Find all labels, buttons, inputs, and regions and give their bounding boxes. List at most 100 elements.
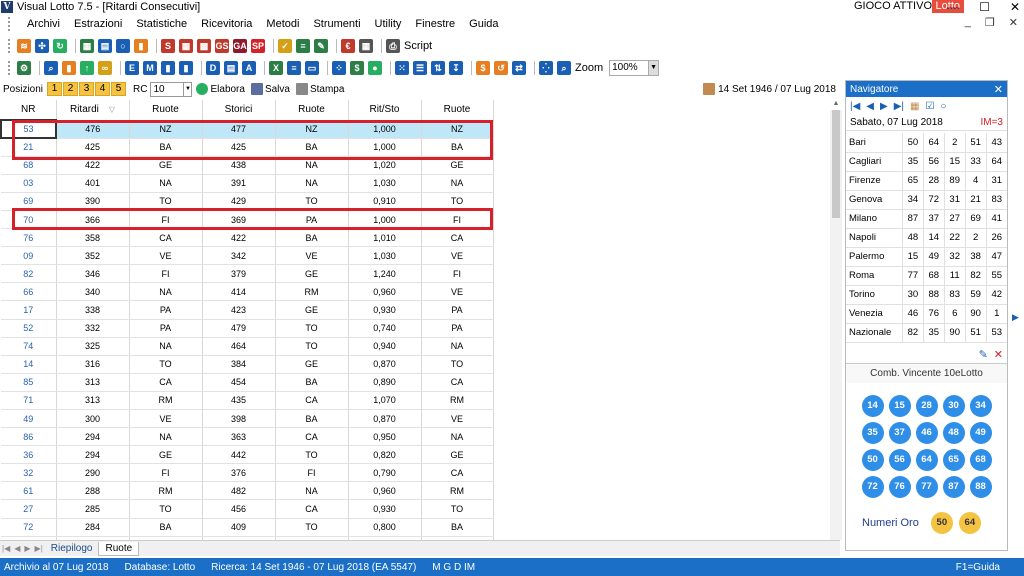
dollar-icon[interactable]: $ [350, 61, 364, 75]
table-row[interactable]: 71 313 RM 435 CA 1,070 RM [1, 391, 494, 411]
table-row[interactable]: 52 332 PA 479 TO 0,740 PA [1, 319, 494, 338]
tab-nav-icon[interactable]: ◀ [14, 544, 20, 553]
table-row[interactable]: 76 358 CA 422 BA 1,010 CA [1, 228, 494, 248]
vertical-scrollbar[interactable]: ▲ [830, 100, 842, 540]
menu-guida[interactable]: Guida [462, 18, 505, 30]
draw-row[interactable]: Cagliari 35 56 15 33 64 [846, 152, 1007, 172]
maximize-button[interactable]: ☐ [979, 0, 990, 14]
table-row[interactable]: 86 294 NA 363 CA 0,950 NA [1, 427, 494, 447]
network-dots-icon[interactable]: ⁛ [539, 61, 553, 75]
m-icon[interactable]: M [143, 61, 157, 75]
calendar-icon[interactable]: ▦ [910, 101, 919, 112]
table-row[interactable]: 53 476 NZ 477 NZ 1,000 NZ [0, 118, 494, 140]
zoom-select[interactable]: 100% [609, 60, 650, 76]
table-row[interactable]: 68 422 GE 438 NA 1,020 GE [1, 156, 494, 175]
up-arrow-icon[interactable]: ↑ [80, 61, 94, 75]
bar-chart-icon[interactable]: ▮ [134, 39, 148, 53]
position-button-5[interactable]: 5 [111, 82, 127, 96]
sp-icon[interactable]: SP [251, 39, 265, 53]
bars-icon[interactable]: ▮ [161, 61, 175, 75]
draw-row[interactable]: Roma 77 68 11 82 55 [846, 266, 1007, 286]
swap-icon[interactable]: ⇄ [512, 61, 526, 75]
draw-row[interactable]: Venezia 46 76 6 90 1 [846, 304, 1007, 324]
window-icon[interactable]: ▭ [305, 61, 319, 75]
bar-chart-icon[interactable]: ▮ [62, 61, 76, 75]
date-range[interactable]: 14 Set 1946 / 07 Lug 2018 [703, 83, 836, 95]
column-header-rit-sto[interactable]: Rit/Sto [348, 100, 422, 121]
grid-dots-icon[interactable]: ⁙ [395, 61, 409, 75]
list-icon[interactable]: ≡ [287, 61, 301, 75]
circle-icon[interactable]: ○ [940, 101, 946, 112]
chevron-down-icon[interactable]: ▼ [184, 81, 193, 97]
table-row[interactable]: 27 285 TO 456 CA 0,930 TO [1, 499, 494, 519]
menu-utility[interactable]: Utility [368, 18, 409, 30]
close-button[interactable]: ✕ [1010, 0, 1020, 14]
mdi-minimize-button[interactable]: _ [965, 16, 971, 29]
tab-nav-icon[interactable]: ▶ [24, 544, 30, 553]
menu-archivi[interactable]: Archivi [20, 18, 67, 30]
checklist-icon[interactable]: ✓ [278, 39, 292, 53]
dollar-circle-icon[interactable]: $ [476, 61, 490, 75]
table-row[interactable]: 21 425 BA 425 BA 1,000 BA [1, 138, 494, 157]
tab-ruote[interactable]: Ruote [98, 541, 140, 556]
column-header-ritardi[interactable]: Ritardi ▽ [56, 100, 130, 121]
draw-row[interactable]: Firenze 65 28 89 4 31 [846, 171, 1007, 191]
menu-estrazioni[interactable]: Estrazioni [67, 18, 129, 30]
edit-icon[interactable]: ✎ [314, 39, 328, 53]
first-icon[interactable]: |◀ [850, 101, 860, 112]
stampa-button[interactable]: Stampa [295, 83, 344, 95]
column-header-ruote[interactable]: Ruote [129, 100, 203, 121]
minimize-button[interactable]: — [947, 0, 959, 14]
draw-row[interactable]: Genova 34 72 31 21 83 [846, 190, 1007, 210]
check-icon[interactable]: ☑ [925, 101, 934, 112]
notes-icon[interactable]: ≡ [296, 39, 310, 53]
settings-icon[interactable]: ⚙ [17, 61, 31, 75]
draw-row[interactable]: Milano 87 37 27 69 41 [846, 209, 1007, 229]
menu-finestre[interactable]: Finestre [408, 18, 462, 30]
last-icon[interactable]: ▶| [894, 101, 904, 112]
tab-nav-icon[interactable]: ▶| [35, 544, 43, 553]
expand-arrow-icon[interactable]: ▶ [1012, 312, 1019, 323]
column-header-nr[interactable]: NR [1, 100, 57, 121]
table-icon[interactable]: ▤ [224, 61, 238, 75]
draw-row[interactable]: Torino 30 88 83 59 42 [846, 285, 1007, 305]
draw-row[interactable]: Palermo 15 49 32 38 47 [846, 247, 1007, 267]
mdi-restore-button[interactable]: ❐ [985, 16, 995, 29]
link-icon[interactable]: ∞ [98, 61, 112, 75]
table-row[interactable]: 61 288 RM 482 NA 0,960 RM [1, 481, 494, 501]
a-icon[interactable]: A [242, 61, 256, 75]
table-row[interactable]: 03 401 NA 391 NA 1,030 NA [1, 174, 494, 193]
column-header-ruote[interactable]: Ruote [421, 100, 494, 121]
scrollbar-thumb[interactable] [832, 110, 840, 218]
rss-icon[interactable]: ≋ [17, 39, 31, 53]
prev-icon[interactable]: ◀ [866, 101, 874, 112]
elabora-button[interactable]: Elabora [196, 83, 245, 95]
table-row[interactable]: 82 346 FI 379 GE 1,240 FI [1, 264, 494, 284]
gs-icon[interactable]: GS [215, 39, 229, 53]
script-button[interactable]: Script [404, 40, 432, 52]
excel-icon[interactable]: X [269, 61, 283, 75]
position-button-2[interactable]: 2 [63, 82, 79, 96]
cycle-icon[interactable]: ↺ [494, 61, 508, 75]
sort-desc-icon[interactable]: ↧ [449, 61, 463, 75]
green-circle-icon[interactable]: ● [368, 61, 382, 75]
scroll-up-icon[interactable]: ▲ [830, 100, 842, 110]
list-lines-icon[interactable]: ☰ [413, 61, 427, 75]
table-row[interactable]: 74 325 NA 464 TO 0,940 NA [1, 337, 494, 356]
table-row[interactable]: 69 390 TO 429 TO 0,910 TO [1, 192, 494, 211]
table-row[interactable]: 09 352 VE 342 VE 1,030 VE [1, 246, 494, 266]
refresh-icon[interactable]: ↻ [53, 39, 67, 53]
table-row[interactable]: 66 340 NA 414 RM 0,960 VE [1, 282, 494, 302]
draw-row[interactable]: Nazionale 82 35 90 51 53 [846, 323, 1007, 343]
chevron-down-icon[interactable]: ▼ [649, 60, 660, 76]
position-button-4[interactable]: 4 [95, 82, 111, 96]
network-icon[interactable]: ✣ [35, 39, 49, 53]
delete-icon[interactable]: ✕ [994, 348, 1003, 361]
sort-icon[interactable]: ⇅ [431, 61, 445, 75]
draw-row[interactable]: Bari 50 64 2 51 43 [846, 133, 1007, 153]
table-row[interactable]: 49 300 VE 398 BA 0,870 VE [1, 409, 494, 429]
calculator-icon[interactable]: ▦ [359, 39, 373, 53]
position-button-3[interactable]: 3 [79, 82, 95, 96]
salva-button[interactable]: Salva [250, 83, 290, 95]
euro-icon[interactable]: € [341, 39, 355, 53]
